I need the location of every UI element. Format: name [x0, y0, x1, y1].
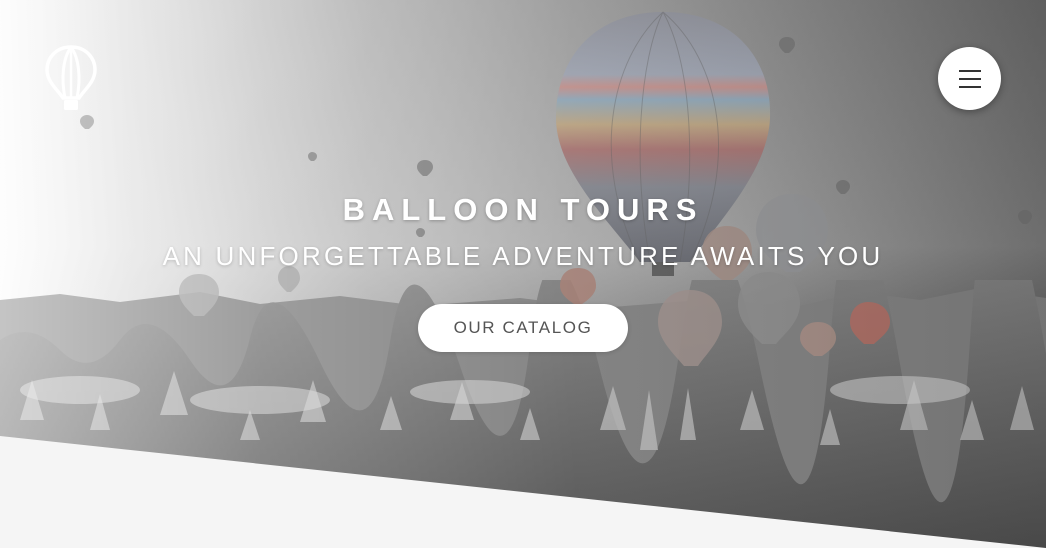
hero-section: BALLOON TOURS AN UNFORGETTABLE ADVENTURE…: [0, 0, 1046, 548]
balloons-decoration: [80, 11, 1032, 366]
hamburger-menu-icon: [958, 69, 981, 72]
hero-title: BALLOON TOURS: [342, 192, 704, 227]
hamburger-menu-icon-bar-2: [958, 77, 981, 80]
hamburger-menu-button[interactable]: [938, 47, 1001, 110]
hamburger-menu-icon-bar-3: [958, 85, 981, 88]
our-catalog-button[interactable]: OUR CATALOG: [418, 304, 628, 352]
hot-air-balloon-icon[interactable]: [44, 44, 98, 112]
hero-subtitle: AN UNFORGETTABLE ADVENTURE AWAITS YOU: [162, 241, 884, 271]
